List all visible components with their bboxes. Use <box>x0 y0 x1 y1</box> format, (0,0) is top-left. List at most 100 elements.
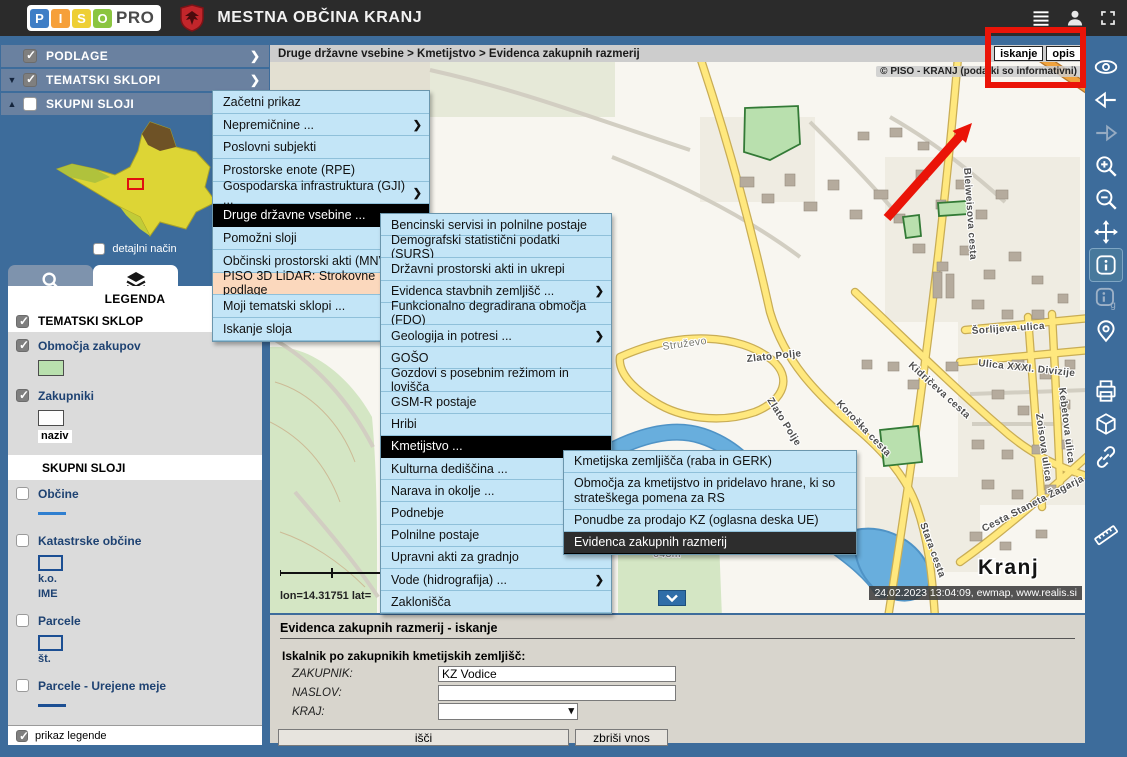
layer-checkbox[interactable] <box>16 534 29 547</box>
map-label-city: Kranj <box>978 556 1039 579</box>
section-checkbox[interactable] <box>23 49 37 63</box>
chevron-down-icon <box>666 594 678 602</box>
map-credit: 24.02.2023 13:04:09, ewmap, www.realis.s… <box>869 586 1082 600</box>
pan-icon <box>1093 219 1119 245</box>
expander-icon[interactable]: ▲ <box>1 99 23 109</box>
zoom-in-button[interactable] <box>1090 150 1122 182</box>
menu-item[interactable]: Funkcionalno degradirana območja (FDO) ❯ <box>381 303 611 325</box>
section-chevron-icon: ❯ <box>250 73 260 87</box>
share-link-button[interactable] <box>1090 441 1122 473</box>
visibility-button[interactable] <box>1090 51 1122 83</box>
logo-letter: O <box>93 9 112 28</box>
layer-checkbox[interactable] <box>16 679 29 692</box>
legend-swatch <box>38 410 64 426</box>
menu-item[interactable]: Državni prostorski akti in ukrepi ❯ <box>381 258 611 280</box>
fullscreen-icon[interactable] <box>1099 9 1117 27</box>
layer-checkbox[interactable] <box>16 487 29 500</box>
menu-item[interactable]: Ponudbe za prodajo KZ (oglasna deska UE)… <box>564 510 856 532</box>
zbrisi-vnos-button[interactable]: zbriši vnos <box>575 729 668 746</box>
collapse-panel-button[interactable] <box>658 590 686 606</box>
naslov-input[interactable] <box>438 685 676 701</box>
app-header: P I S O PRO MESTNA OBČINA KRANJ <box>0 0 1127 36</box>
printer-icon <box>1093 378 1119 404</box>
menu-item[interactable]: Kmetijska zemljišča (raba in GERK) ❯ <box>564 451 856 473</box>
menu-item[interactable]: Zaklonišča ❯ <box>381 591 611 613</box>
legend-layer-item: Katastrske občine k.o. IME <box>8 529 262 609</box>
map-toolbar: g <box>1085 36 1127 757</box>
user-icon[interactable] <box>1065 8 1085 28</box>
sidebar-section[interactable]: PODLAGE ❯ <box>1 45 269 67</box>
menu-item[interactable]: Nepremičnine ... ❯ <box>213 114 429 137</box>
logo-letter: I <box>51 9 70 28</box>
piso-app: P I S O PRO MESTNA OBČINA KRANJ <box>0 0 1127 757</box>
menu-item[interactable]: Območja za kmetijstvo in pridelavo hrane… <box>564 473 856 510</box>
kraj-label: KRAJ: <box>292 706 438 718</box>
menu-item[interactable]: Vode (hidrografija) ... ❯ <box>381 569 611 591</box>
expander-icon[interactable]: ▼ <box>1 75 23 85</box>
location-button[interactable] <box>1090 315 1122 347</box>
pan-button[interactable] <box>1090 216 1122 248</box>
identify-icon <box>1093 252 1119 278</box>
arrow-left-icon <box>1093 87 1119 113</box>
iskanje-button[interactable]: iskanje <box>994 46 1043 61</box>
submenu-chevron-icon: ❯ <box>595 329 604 342</box>
kmetijstvo-submenu: Kmetijska zemljišča (raba in GERK) ❯ Obm… <box>563 450 857 555</box>
show-legend-checkbox[interactable] <box>16 730 28 742</box>
layer-checkbox[interactable] <box>16 339 29 352</box>
measure-button[interactable] <box>1090 519 1122 551</box>
identify-group-button[interactable]: g <box>1090 282 1122 314</box>
opis-button[interactable]: opis <box>1046 46 1081 61</box>
legend-swatch <box>38 635 63 651</box>
menu-item[interactable]: Poslovni subjekti ❯ <box>213 136 429 159</box>
sidebar-section[interactable]: ▼ TEMATSKI SKLOPI ❯ <box>1 69 269 91</box>
legend-swatch <box>38 704 66 707</box>
menu-item[interactable]: GSM-R postaje ❯ <box>381 392 611 414</box>
layer-checkbox[interactable] <box>16 389 29 402</box>
forward-button[interactable] <box>1090 117 1122 149</box>
submenu-chevron-icon: ❯ <box>595 573 604 586</box>
menu-item[interactable]: Gozdovi s posebnim režimom in lovišča ❯ <box>381 369 611 391</box>
legend-layer-item: Zakupniki naziv <box>8 384 262 451</box>
menu-item[interactable]: Gospodarska infrastruktura (GJI) ... ❯ <box>213 182 429 205</box>
back-button[interactable] <box>1090 84 1122 116</box>
detail-mode-checkbox[interactable] <box>93 243 105 255</box>
naslov-label: NASLOV: <box>292 687 438 699</box>
breadcrumb-bar: Druge državne vsebine > Kmetijstvo > Evi… <box>270 45 1085 62</box>
view-3d-button[interactable] <box>1090 408 1122 440</box>
menu-item[interactable]: Začetni prikaz ❯ <box>213 91 429 114</box>
menu-item[interactable]: Geologija in potresi ... ❯ <box>381 325 611 347</box>
cursor-coordinates: lon=14.31751 lat= <box>280 590 371 602</box>
logo-letter: S <box>72 9 91 28</box>
zakupnik-input[interactable] <box>438 666 676 682</box>
kraj-select[interactable]: ▾ <box>438 703 578 720</box>
zoom-out-button[interactable] <box>1090 183 1122 215</box>
legend-panel: LEGENDA TEMATSKI SKLOP Območja zakupov <box>8 286 262 745</box>
arrow-right-icon <box>1093 120 1119 146</box>
menu-item[interactable]: Demografski statistični podatki (SURS) ❯ <box>381 236 611 258</box>
legend-swatch <box>38 555 63 571</box>
section-checkbox[interactable] <box>23 97 37 111</box>
layer-checkbox[interactable] <box>16 614 29 627</box>
menu-icon[interactable] <box>1031 8 1051 28</box>
menu-item[interactable]: Hribi ❯ <box>381 414 611 436</box>
group-checkbox[interactable] <box>16 315 29 328</box>
menu-item[interactable]: Evidenca zakupnih razmerij ❯ <box>564 532 856 554</box>
logo-suffix: PRO <box>114 8 156 28</box>
isci-button[interactable]: išči <box>278 729 569 746</box>
legend-footer: prikaz legende <box>8 725 262 745</box>
identify-group-icon: g <box>1093 285 1119 311</box>
section-checkbox[interactable] <box>23 73 37 87</box>
zakupnik-label: ZAKUPNIK: <box>292 668 438 680</box>
location-pin-icon <box>1093 318 1119 344</box>
submenu-chevron-icon: ❯ <box>413 118 422 131</box>
submenu-chevron-icon: ❯ <box>413 186 422 199</box>
legend-layer-item: Parcele - Urejene meje <box>8 674 262 721</box>
print-button[interactable] <box>1090 375 1122 407</box>
zoom-out-icon <box>1093 186 1119 212</box>
search-form-panel: Evidenca zakupnih razmerij - iskanje Isk… <box>270 615 1085 743</box>
identify-button[interactable] <box>1090 249 1122 281</box>
legend-swatch <box>38 360 64 376</box>
legend-group2-header: SKUPNI SLOJI <box>8 455 262 480</box>
piso-logo[interactable]: P I S O PRO <box>27 5 161 31</box>
map-label: Zlato Polje <box>764 396 802 448</box>
